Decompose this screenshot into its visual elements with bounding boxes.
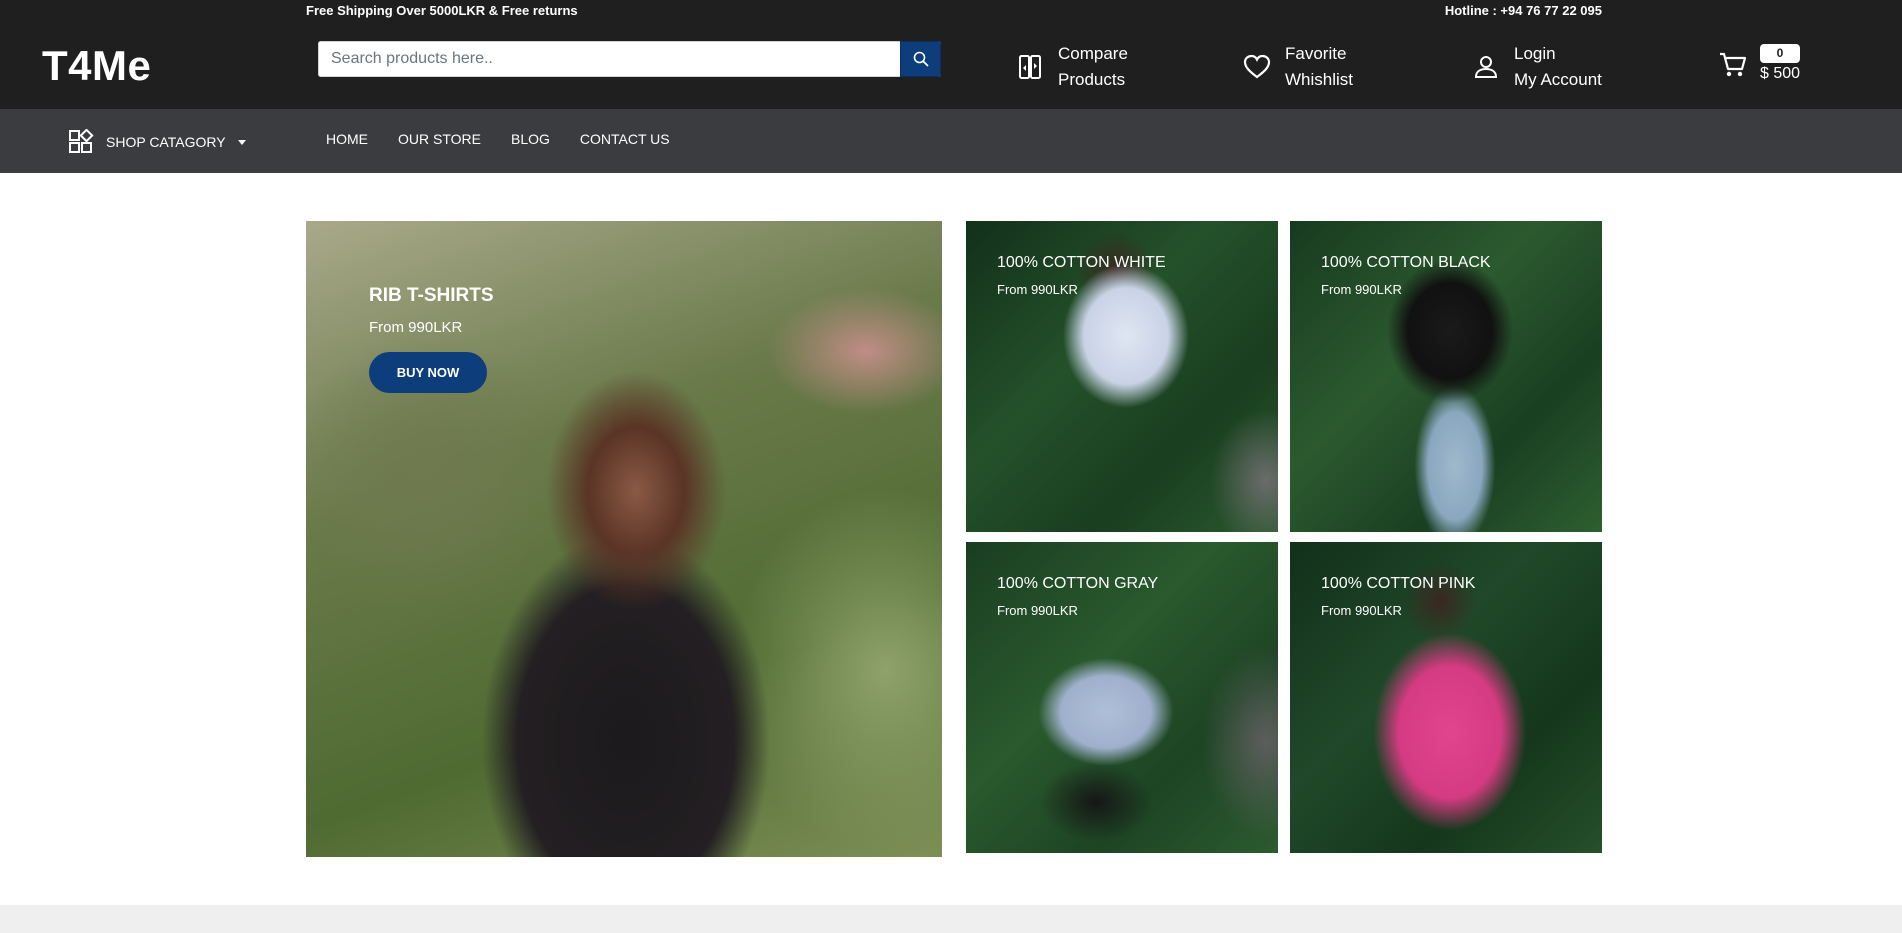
tile-title: 100% COTTON GRAY [997,575,1159,592]
tile-price: From 990LKR [1321,603,1402,618]
favorite-label-1: Favorite [1285,44,1347,63]
main-nav: SHOP CATAGORY HOME OUR STORE BLOG CONTAC… [0,109,1902,173]
site-logo[interactable]: T4Me [42,42,151,90]
cart-total: $ 500 [1760,65,1801,82]
heart-icon [1241,51,1273,83]
hero-price: From 990LKR [369,319,463,336]
product-tile-pink[interactable]: 100% COTTON PINK From 990LKR [1290,542,1602,853]
user-icon [1470,51,1502,83]
search-input[interactable] [318,41,900,77]
my-account-label: My Account [1514,70,1602,89]
tile-title: 100% COTTON WHITE [997,254,1166,271]
account-link[interactable]: Login My Account [1470,41,1602,93]
shop-category-dropdown[interactable]: SHOP CATAGORY [68,129,246,155]
hero-banner[interactable]: RIB T-SHIRTS From 990LKR BUY NOW [306,221,942,857]
favorite-label-2: Whishlist [1285,70,1354,89]
search-bar [318,41,941,77]
product-tile-black[interactable]: 100% COTTON BLACK From 990LKR [1290,221,1602,532]
compare-products-link[interactable]: Compare Products [1014,41,1128,93]
wishlist-link[interactable]: Favorite Whishlist [1241,41,1353,93]
cart-count-badge: 0 [1760,44,1800,63]
product-tile-white[interactable]: 100% COTTON WHITE From 990LKR [966,221,1278,532]
buy-now-button[interactable]: BUY NOW [369,352,487,393]
shop-category-label: SHOP CATAGORY [106,134,226,150]
compare-icon [1014,51,1046,83]
compare-label-2: Products [1058,70,1126,89]
search-button[interactable] [900,41,941,77]
category-grid-icon [69,129,94,153]
hotline: Hotline : +94 76 77 22 095 [1444,3,1602,18]
nav-contact-us[interactable]: CONTACT US [580,131,670,147]
tile-price: From 990LKR [1321,282,1402,297]
compare-label-1: Compare [1058,44,1128,63]
tile-price: From 990LKR [997,282,1078,297]
tile-title: 100% COTTON BLACK [1321,254,1491,271]
hero-title: RIB T-SHIRTS [369,285,494,306]
cart-icon [1718,50,1750,82]
tile-title: 100% COTTON PINK [1321,575,1476,592]
nav-our-store[interactable]: OUR STORE [398,131,481,147]
top-bar: Free Shipping Over 5000LKR & Free return… [0,0,1902,24]
shipping-notice: Free Shipping Over 5000LKR & Free return… [306,3,578,18]
search-icon [913,51,928,67]
nav-blog[interactable]: BLOG [511,131,550,147]
product-tile-gray[interactable]: 100% COTTON GRAY From 990LKR [966,542,1278,853]
tile-price: From 990LKR [997,603,1078,618]
footer-band [0,905,1902,933]
header: T4Me Compare Products [0,24,1902,109]
login-label: Login [1514,44,1556,63]
nav-menu: HOME OUR STORE BLOG CONTACT US [326,131,700,147]
nav-home[interactable]: HOME [326,131,368,147]
caret-down-icon [237,139,246,145]
